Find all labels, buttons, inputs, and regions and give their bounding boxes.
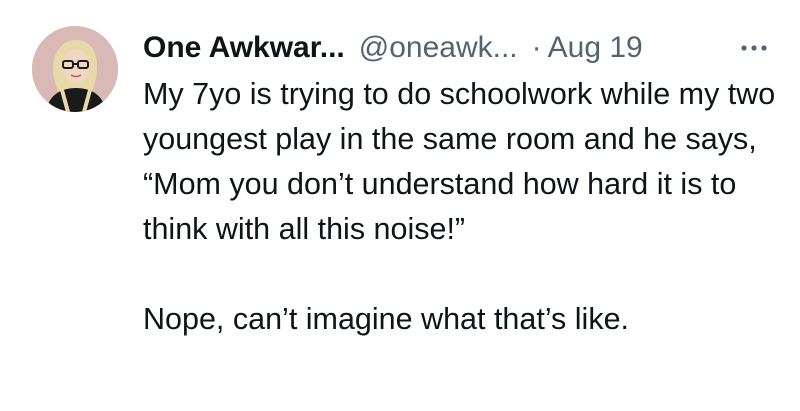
tweet-card: One Awkwar... @oneawk... · Aug 19 My 7yo… [0,0,800,411]
author-avatar[interactable] [32,26,118,112]
tweet-text: My 7yo is trying to do schoolwork while … [143,72,783,342]
more-options-button[interactable] [736,30,772,66]
tweet-text-paragraph: Nope, can’t imagine what that’s like. [143,302,630,336]
author-display-name[interactable]: One Awkwar... [143,28,345,68]
more-horizontal-icon [741,45,767,51]
tweet-date[interactable]: Aug 19 [548,28,643,68]
tweet-header: One Awkwar... @oneawk... · Aug 19 [143,28,643,68]
author-handle[interactable]: @oneawk... [359,28,518,68]
header-separator: · [531,31,542,64]
avatar-portrait-icon [32,26,118,112]
tweet-text-paragraph: My 7yo is trying to do schoolwork while … [143,77,776,246]
